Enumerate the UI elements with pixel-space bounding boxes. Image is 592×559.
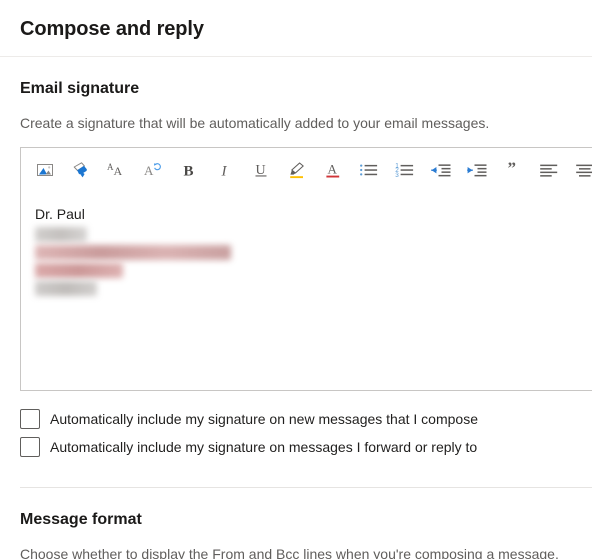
page-title: Compose and reply xyxy=(20,18,204,40)
numbered-list-icon[interactable]: 1 2 3 xyxy=(387,153,423,187)
signature-editor[interactable]: A A A B I U A 1 2 3 ” Dr. Paul xyxy=(20,147,592,391)
italic-icon[interactable]: I xyxy=(207,153,243,187)
section-divider xyxy=(20,487,592,488)
bulleted-list-icon[interactable] xyxy=(351,153,387,187)
message-format-description: Choose whether to display the From and B… xyxy=(20,546,559,559)
signature-options: Automatically include my signature on ne… xyxy=(20,405,572,461)
svg-text:B: B xyxy=(184,164,194,180)
svg-text:A: A xyxy=(328,162,338,177)
email-signature-section: Email signature Create a signature that … xyxy=(0,78,592,487)
increase-indent-icon[interactable] xyxy=(459,153,495,187)
pane-header: Compose and reply xyxy=(0,0,592,56)
editor-toolbar: A A A B I U A 1 2 3 ” xyxy=(21,148,592,192)
signature-redacted-line xyxy=(35,281,97,296)
bold-icon[interactable]: B xyxy=(171,153,207,187)
settings-pane: Compose and reply Email signature Create… xyxy=(0,0,592,559)
signature-redacted-line xyxy=(35,245,231,260)
format-painter-icon[interactable] xyxy=(63,153,99,187)
svg-text:”: ” xyxy=(508,160,517,178)
underline-icon[interactable]: U xyxy=(243,153,279,187)
signature-redacted-line xyxy=(35,227,87,242)
checkbox-forward-reply[interactable] xyxy=(20,437,40,457)
svg-text:I: I xyxy=(221,164,228,180)
decrease-indent-icon[interactable] xyxy=(423,153,459,187)
quote-icon[interactable]: ” xyxy=(495,153,531,187)
signature-redacted-line xyxy=(35,263,123,278)
align-left-icon[interactable] xyxy=(531,153,567,187)
signature-content[interactable]: Dr. Paul xyxy=(21,192,592,390)
clear-formatting-icon[interactable]: A xyxy=(135,153,171,187)
email-signature-description: Create a signature that will be automati… xyxy=(20,115,490,131)
checkbox-row-new-messages[interactable]: Automatically include my signature on ne… xyxy=(20,405,572,433)
font-icon[interactable]: A A xyxy=(99,153,135,187)
checkbox-label-forward-reply: Automatically include my signature on me… xyxy=(50,439,478,455)
align-center-icon[interactable] xyxy=(567,153,592,187)
insert-picture-icon[interactable] xyxy=(27,153,63,187)
svg-text:A: A xyxy=(114,164,123,178)
header-divider xyxy=(0,56,592,57)
svg-text:A: A xyxy=(144,163,154,178)
font-color-icon[interactable]: A xyxy=(315,153,351,187)
checkbox-new-messages[interactable] xyxy=(20,409,40,429)
checkbox-row-forward-reply[interactable]: Automatically include my signature on me… xyxy=(20,433,572,461)
email-signature-heading: Email signature xyxy=(20,80,140,97)
highlight-icon[interactable] xyxy=(279,153,315,187)
checkbox-label-new-messages: Automatically include my signature on ne… xyxy=(50,411,478,427)
signature-name-line: Dr. Paul xyxy=(35,206,85,222)
message-format-section: Message format Choose whether to display… xyxy=(0,509,592,559)
svg-text:3: 3 xyxy=(395,172,399,179)
message-format-heading: Message format xyxy=(20,511,142,528)
